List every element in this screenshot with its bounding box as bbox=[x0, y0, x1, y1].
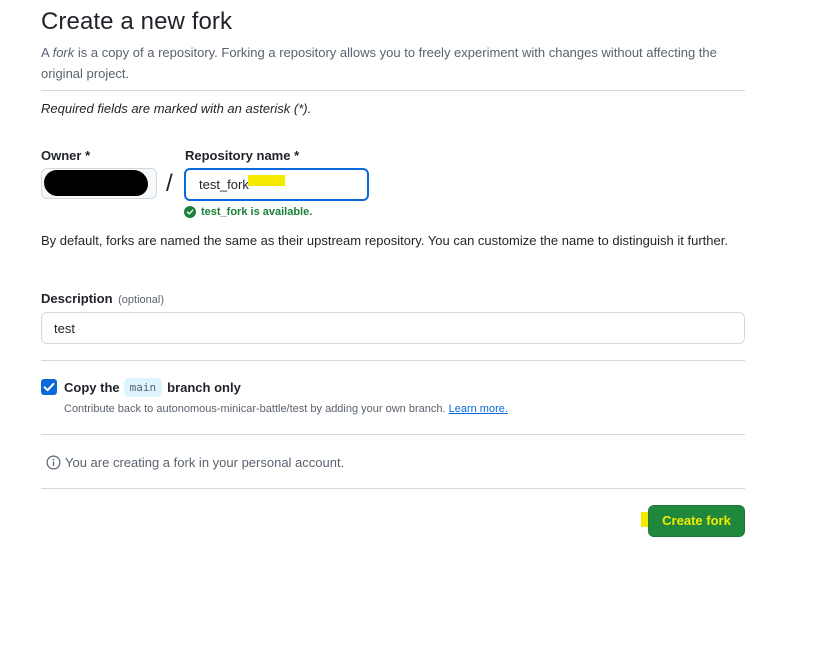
availability-status: test_fork is available. bbox=[184, 206, 312, 218]
intro-prefix: A bbox=[41, 45, 53, 60]
copy-branch-checkbox[interactable] bbox=[41, 379, 57, 395]
checkmark-icon bbox=[43, 382, 55, 392]
optional-tag: (optional) bbox=[118, 294, 164, 306]
copy-help-text: Contribute back to autonomous-minicar-ba… bbox=[64, 403, 446, 415]
account-note: You are creating a fork in your personal… bbox=[46, 455, 344, 470]
create-fork-button[interactable]: Create fork bbox=[648, 505, 745, 537]
learn-more-link[interactable]: Learn more. bbox=[449, 403, 508, 415]
description-input[interactable] bbox=[41, 312, 745, 344]
repository-name-label: Repository name * bbox=[185, 148, 300, 163]
copy-branch-label[interactable]: Copy the main branch only bbox=[64, 378, 241, 397]
owner-label: Owner * bbox=[41, 148, 91, 163]
info-icon bbox=[46, 455, 61, 470]
page-description: A fork is a copy of a repository. Forkin… bbox=[41, 42, 731, 84]
owner-select[interactable] bbox=[41, 168, 157, 199]
divider bbox=[41, 90, 745, 91]
branch-name-code: main bbox=[123, 378, 163, 397]
divider bbox=[41, 360, 745, 361]
intro-rest: is a copy of a repository. Forking a rep… bbox=[41, 45, 717, 81]
intro-emphasis: fork bbox=[52, 45, 75, 60]
owner-repo-separator: / bbox=[166, 170, 173, 197]
highlight-mark bbox=[261, 175, 284, 179]
description-label: Description (optional) bbox=[41, 291, 164, 306]
required-fields-note: Required fields are marked with an aster… bbox=[41, 101, 312, 116]
page-title: Create a new fork bbox=[41, 8, 233, 35]
copy-branch-help: Contribute back to autonomous-minicar-ba… bbox=[64, 403, 508, 415]
divider bbox=[41, 434, 745, 435]
account-note-text: You are creating a fork in your personal… bbox=[65, 455, 345, 470]
availability-text: test_fork is available. bbox=[201, 206, 313, 218]
description-label-text: Description bbox=[41, 291, 113, 306]
copy-prefix: Copy the bbox=[64, 380, 120, 395]
naming-help-text: By default, forks are named the same as … bbox=[41, 233, 728, 248]
check-circle-icon bbox=[184, 206, 196, 218]
divider bbox=[41, 488, 745, 489]
copy-suffix: branch only bbox=[167, 380, 241, 395]
redacted-owner bbox=[44, 170, 148, 196]
